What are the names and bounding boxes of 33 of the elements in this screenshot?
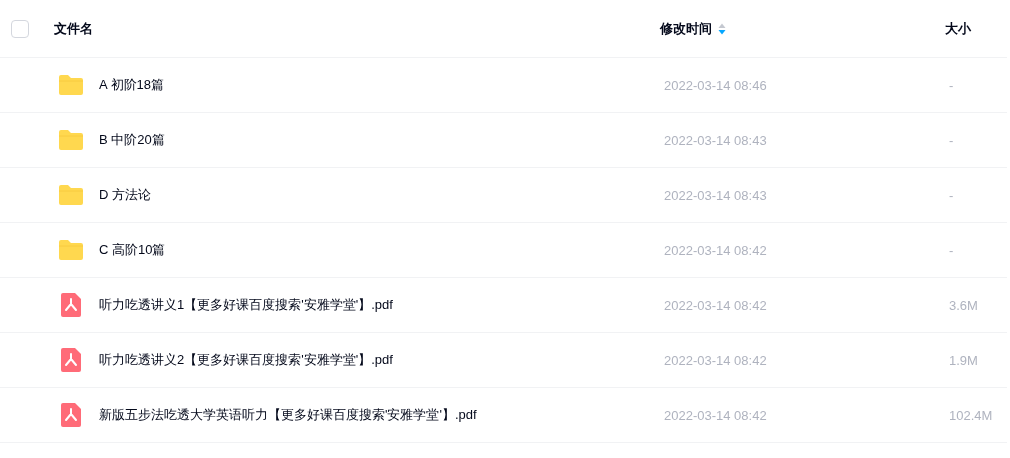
folder-icon <box>58 239 84 261</box>
file-size: 102.4M <box>949 407 993 423</box>
file-name[interactable]: C 高阶10篇 <box>99 241 166 259</box>
modified-time: 2022-03-14 08:42 <box>664 352 767 368</box>
file-name[interactable]: B 中阶20篇 <box>99 131 165 149</box>
column-header[interactable]: 修改时间 <box>660 19 712 38</box>
file-size: - <box>949 132 954 148</box>
column-header[interactable]: 文件名 <box>54 19 93 38</box>
folder-icon <box>58 74 84 96</box>
modified-time: 2022-03-14 08:43 <box>664 187 767 203</box>
column-header[interactable]: 大小 <box>945 19 971 38</box>
folder-icon <box>58 184 84 206</box>
folder-icon <box>58 129 84 151</box>
modified-time: 2022-03-14 08:43 <box>664 132 767 148</box>
file-size: - <box>949 242 954 258</box>
file-size: 1.9M <box>949 352 978 368</box>
file-name[interactable]: D 方法论 <box>99 186 151 204</box>
file-name[interactable]: 听力吃透讲义1【更多好课百度搜索'安雅学堂'】.pdf <box>99 296 393 314</box>
pdf-file-icon <box>58 402 84 428</box>
file-name[interactable]: A 初阶18篇 <box>99 76 165 94</box>
file-size: 3.6M <box>949 297 978 313</box>
sort-icon[interactable] <box>718 22 726 35</box>
pdf-file-icon <box>58 347 84 373</box>
pdf-file-icon <box>58 292 84 318</box>
modified-time: 2022-03-14 08:42 <box>664 242 767 258</box>
select-all-checkbox[interactable] <box>11 19 29 38</box>
file-name[interactable]: 听力吃透讲义2【更多好课百度搜索'安雅学堂'】.pdf <box>99 351 393 369</box>
modified-time: 2022-03-14 08:42 <box>664 297 767 313</box>
file-size: - <box>949 77 954 93</box>
modified-time: 2022-03-14 08:46 <box>664 77 767 93</box>
modified-time: 2022-03-14 08:42 <box>664 407 767 423</box>
file-name[interactable]: 新版五步法吃透大学英语听力【更多好课百度搜索'安雅学堂'】.pdf <box>99 406 477 424</box>
file-size: - <box>949 187 954 203</box>
